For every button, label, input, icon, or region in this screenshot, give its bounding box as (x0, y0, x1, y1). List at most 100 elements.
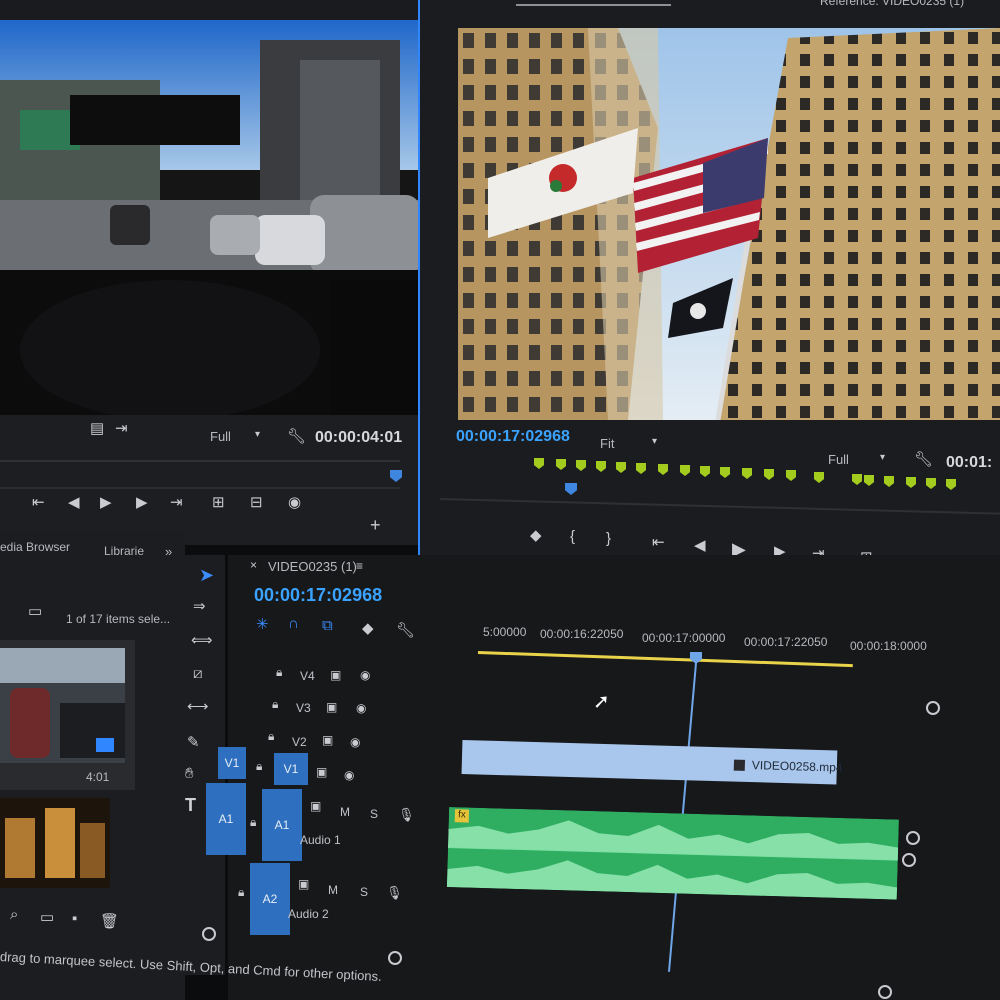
track-select-icon[interactable]: ⇒ (193, 597, 206, 615)
add-button-icon[interactable]: + (370, 515, 381, 536)
marker[interactable] (926, 478, 936, 489)
razor-icon[interactable]: ⧄ (193, 665, 203, 682)
folder-icon[interactable]: ▭ (40, 908, 54, 926)
source-patch-v1[interactable]: V1 (218, 747, 246, 779)
sync-lock-icon[interactable]: ▣ (316, 765, 327, 779)
insert-icon[interactable]: ⊞ (212, 493, 225, 511)
hand-icon[interactable]: ✋︎ (185, 765, 194, 782)
close-icon[interactable]: × (250, 558, 257, 572)
marker[interactable] (596, 461, 606, 472)
sync-lock-icon[interactable]: ▣ (310, 799, 321, 813)
audio-scroll-handle[interactable] (902, 853, 916, 867)
wrench-icon[interactable]: 🔧︎ (287, 427, 306, 445)
lock-icon[interactable]: 🔒︎ (276, 665, 282, 680)
mute-button[interactable]: M (340, 805, 350, 819)
marker[interactable] (786, 470, 796, 481)
timeline-timecode[interactable]: 00:00:17:02968 (254, 585, 382, 606)
marker[interactable] (680, 465, 690, 476)
play-icon[interactable]: ▶ (100, 493, 112, 511)
settings-arrows-icon[interactable]: ⇥ (115, 419, 128, 437)
program-tab-title[interactable]: Reference: VIDEO0235 (1) (820, 0, 964, 8)
program-timecode[interactable]: 00:00:17:02968 (456, 428, 570, 446)
linked-icon[interactable]: ⧉ (322, 617, 333, 634)
source-zoom-bar[interactable] (0, 487, 400, 489)
program-marker-strip[interactable] (534, 458, 956, 490)
lock-icon[interactable]: 🔒︎ (238, 885, 244, 900)
track-v1-target[interactable]: V1 (274, 753, 308, 785)
marker[interactable] (852, 474, 862, 485)
source-patch-a1[interactable]: A1 (206, 783, 246, 855)
sync-lock-icon[interactable]: ▣ (330, 668, 341, 682)
mute-button[interactable]: M (328, 883, 338, 897)
ripple-edit-icon[interactable]: ⟺ (191, 631, 213, 649)
panel-overflow-button[interactable]: » (165, 544, 172, 559)
go-to-out-icon[interactable]: ⇥ (170, 493, 183, 511)
source-playhead[interactable] (390, 470, 402, 482)
program-playhead[interactable] (565, 483, 577, 495)
mark-in-icon[interactable]: { (570, 528, 575, 545)
search-icon[interactable]: ⌕ (10, 906, 18, 923)
marker[interactable] (658, 464, 668, 475)
marker[interactable] (700, 466, 710, 477)
mic-icon[interactable]: 🎙︎ (386, 885, 403, 901)
chevron-down-icon[interactable]: ▾ (255, 429, 260, 440)
marker[interactable] (720, 467, 730, 478)
marker[interactable] (906, 477, 916, 488)
lock-icon[interactable]: 🔒︎ (256, 759, 262, 774)
mark-out-icon[interactable]: } (606, 530, 611, 547)
audio-scroll-handle[interactable] (906, 831, 920, 845)
type-icon[interactable]: T (185, 795, 196, 816)
solo-button[interactable]: S (360, 885, 368, 899)
marker[interactable] (636, 463, 646, 474)
overwrite-icon[interactable]: ⊟ (250, 493, 263, 511)
marker[interactable] (884, 476, 894, 487)
menu-icon[interactable]: ≡ (356, 559, 363, 573)
source-zoom-select[interactable]: Full (210, 429, 231, 444)
marker[interactable] (534, 458, 544, 469)
marker[interactable] (864, 475, 874, 486)
eye-icon[interactable]: ◉ (350, 735, 360, 749)
clip-thumbnail-2[interactable] (0, 798, 110, 888)
track-a2-target[interactable]: A2 (250, 863, 290, 935)
trash-icon[interactable]: 🗑︎ (100, 912, 119, 930)
sync-lock-icon[interactable]: ▣ (322, 733, 333, 747)
marker[interactable] (576, 460, 586, 471)
step-back-icon[interactable]: ◀ (68, 493, 80, 511)
project-thumbnail-card[interactable]: 4:01 (0, 640, 135, 790)
marker[interactable] (946, 479, 956, 490)
selection-tool-icon[interactable]: ➤ (199, 565, 214, 586)
eye-icon[interactable]: ◉ (344, 768, 354, 782)
sequence-tab[interactable]: VIDEO0235 (1) (268, 559, 357, 574)
solo-button[interactable]: S (370, 807, 378, 821)
export-frame-icon[interactable]: ◉ (288, 493, 301, 511)
marker[interactable] (814, 472, 824, 483)
marker[interactable] (556, 459, 566, 470)
go-to-in-icon[interactable]: ⇤ (652, 533, 665, 551)
lock-icon[interactable]: 🔒︎ (272, 697, 278, 712)
chevron-down-icon[interactable]: ▾ (652, 436, 657, 447)
step-back-icon[interactable]: ◀ (694, 536, 706, 554)
tab-media-browser[interactable]: edia Browser (0, 540, 70, 554)
snap-icon[interactable]: ∩ (288, 615, 299, 632)
marker[interactable] (764, 469, 774, 480)
sync-lock-icon[interactable]: ▣ (298, 877, 309, 891)
timeline-ruler[interactable]: 5:00000 00:00:16:22050 00:00:17:00000 00… (477, 615, 948, 685)
sync-lock-icon[interactable]: ▣ (326, 700, 337, 714)
eye-icon[interactable]: ◉ (360, 668, 370, 682)
mic-icon[interactable]: 🎙︎ (398, 807, 415, 823)
eye-icon[interactable]: ◉ (356, 701, 366, 715)
tab-libraries[interactable]: Librarie (104, 544, 144, 558)
work-area-bar[interactable] (477, 651, 853, 668)
step-forward-icon[interactable]: ▶ (136, 493, 148, 511)
program-time-ruler[interactable] (439, 498, 1000, 515)
horizontal-scroll-handle-left[interactable] (202, 927, 216, 941)
track-a1-target[interactable]: A1 (262, 789, 302, 861)
program-fit-select[interactable]: Fit (600, 436, 614, 451)
pen-icon[interactable]: ✎ (187, 733, 200, 751)
source-time-ruler[interactable] (0, 460, 400, 462)
lock-icon[interactable]: 🔒︎ (268, 729, 274, 744)
slip-icon[interactable]: ⟷ (187, 697, 209, 715)
go-to-in-icon[interactable]: ⇤ (32, 493, 45, 511)
video-clip[interactable]: VIDEO0258.mp4 (461, 740, 843, 785)
list-view-icon[interactable]: ▤ (90, 419, 104, 437)
